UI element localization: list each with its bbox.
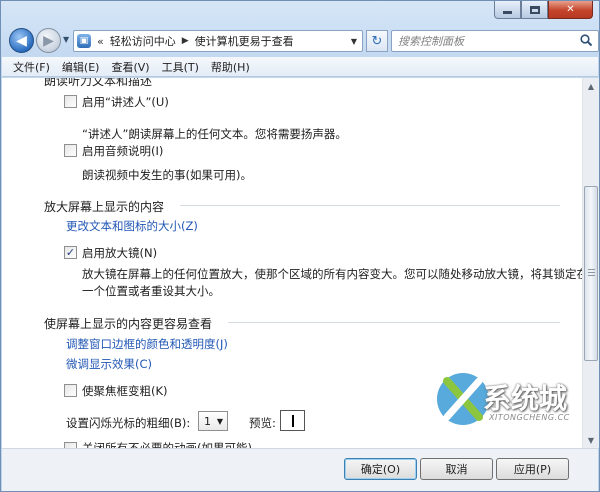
caption-buttons: ✕ <box>494 1 593 19</box>
breadcrumb-make-easier-to-see[interactable]: 使计算机更易于查看 <box>195 33 294 49</box>
cancel-button[interactable]: 取消 <box>420 458 493 480</box>
thumb-grip <box>588 269 595 270</box>
maximize-icon <box>529 5 540 14</box>
section-divider <box>228 322 560 323</box>
narrator-description: “讲述人”朗读屏幕上的任何文本。您将需要扬声器。 <box>82 127 347 141</box>
section-divider <box>180 205 560 206</box>
breadcrumb-arrow-icon[interactable]: ▶ <box>182 36 189 46</box>
preview-label: 预览: <box>249 416 276 430</box>
cursor-thickness-select[interactable]: 1 ▼ <box>198 411 228 431</box>
tune-display-link[interactable]: 微调显示效果(C) <box>66 356 152 372</box>
back-arrow-icon: ◀ <box>16 32 27 49</box>
scroll-down-icon[interactable]: ▼ <box>583 432 599 448</box>
thick-focus-label[interactable]: 使聚焦框变粗(K) <box>82 383 168 399</box>
ok-button[interactable]: 确定(O) <box>344 458 417 480</box>
menu-tools[interactable]: 工具(T) <box>157 59 204 75</box>
thumb-grip <box>588 272 595 273</box>
forward-button[interactable]: ▶ <box>36 28 61 53</box>
magnifier-checkbox[interactable]: ✓ <box>64 246 77 259</box>
audio-description-label[interactable]: 启用音频说明(I) <box>82 143 163 159</box>
thumb-grip <box>588 275 595 276</box>
breadcrumb-ease-of-access[interactable]: 轻松访问中心 <box>110 33 176 49</box>
scroll-up-icon[interactable]: ▲ <box>583 78 599 94</box>
refresh-button[interactable]: ↻ <box>366 30 388 52</box>
close-icon: ✕ <box>566 4 575 15</box>
watermark-logo: 系统城 XITONGCHENG.CC <box>433 369 583 435</box>
search-icon[interactable] <box>579 33 593 47</box>
scrollbar-thumb[interactable] <box>584 186 598 361</box>
menu-view[interactable]: 查看(V) <box>106 59 154 75</box>
apply-button[interactable]: 应用(P) <box>496 458 569 480</box>
section-title-magnify: 放大屏幕上显示的内容 <box>44 200 165 214</box>
chevron-down-icon: ▼ <box>216 417 223 426</box>
window-border-color-link[interactable]: 调整窗口边框的颜色和透明度(J) <box>66 336 228 352</box>
minimize-icon <box>503 11 512 14</box>
cursor-thickness-label: 设置闪烁光标的粗细(B): <box>66 416 191 430</box>
forward-arrow-icon: ▶ <box>43 32 54 49</box>
recent-pages-dropdown-icon[interactable]: ▼ <box>63 35 69 44</box>
navigation-bar: ◀ ▶ ▼ ▣ « 轻松访问中心 ▶ 使计算机更易于查看 ▼ ↻ <box>7 27 599 55</box>
control-panel-icon: ▣ <box>77 34 91 48</box>
back-button[interactable]: ◀ <box>9 28 34 53</box>
dialog-button-bar: 确定(O) 取消 应用(P) <box>2 448 598 491</box>
vertical-scrollbar[interactable]: ▲ ▼ <box>582 78 599 448</box>
magnifier-description-line2: 一个位置或者重设其大小。 <box>82 284 220 298</box>
audio-description-text: 朗读视频中发生的事(如果可用)。 <box>82 168 252 182</box>
change-text-size-link[interactable]: 更改文本和图标的大小(Z) <box>66 218 198 234</box>
watermark-text: 系统城 <box>483 382 568 415</box>
checkmark-icon: ✓ <box>65 246 76 259</box>
address-dropdown-icon[interactable]: ▼ <box>351 37 357 46</box>
refresh-icon: ↻ <box>371 33 383 49</box>
address-bar[interactable]: ▣ « 轻松访问中心 ▶ 使计算机更易于查看 ▼ <box>73 30 363 52</box>
watermark-url: XITONGCHENG.CC <box>489 413 570 422</box>
cursor-preview-caret <box>292 415 294 427</box>
search-input[interactable] <box>391 30 599 52</box>
minimize-button[interactable] <box>494 1 521 19</box>
section-title-narrator: 朗读听力文本和描述 <box>44 78 153 88</box>
maximize-button[interactable] <box>521 1 548 19</box>
narrator-checkbox[interactable] <box>64 95 77 108</box>
magnifier-checkbox-label[interactable]: 启用放大镜(N) <box>82 245 157 261</box>
address-overflow-icon[interactable]: « <box>97 35 104 48</box>
menu-help[interactable]: 帮助(H) <box>206 59 255 75</box>
magnifier-description-line1: 放大镜在屏幕上的任何位置放大，使那个区域的所有内容变大。您可以随处移动放大镜，将… <box>82 267 582 281</box>
section-title-easier-to-see: 使屏幕上显示的内容更容易查看 <box>44 317 213 331</box>
menu-edit[interactable]: 编辑(E) <box>57 59 105 75</box>
cursor-preview-box <box>280 410 305 431</box>
menu-bar: 文件(F) 编辑(E) 查看(V) 工具(T) 帮助(H) <box>2 57 598 77</box>
menu-file[interactable]: 文件(F) <box>8 59 55 75</box>
cursor-thickness-value: 1 <box>204 414 211 428</box>
close-button[interactable]: ✕ <box>548 1 593 19</box>
narrator-checkbox-label[interactable]: 启用“讲述人”(U) <box>82 94 169 110</box>
animations-label[interactable]: 关闭所有不必要的动画(如果可能) <box>82 440 252 448</box>
control-panel-window: ✕ ◀ ▶ ▼ ▣ « 轻松访问中心 ▶ 使计算机更易于查看 ▼ ↻ 文件(F)… <box>0 0 600 492</box>
thick-focus-checkbox[interactable] <box>64 384 77 397</box>
audio-description-checkbox[interactable] <box>64 144 77 157</box>
